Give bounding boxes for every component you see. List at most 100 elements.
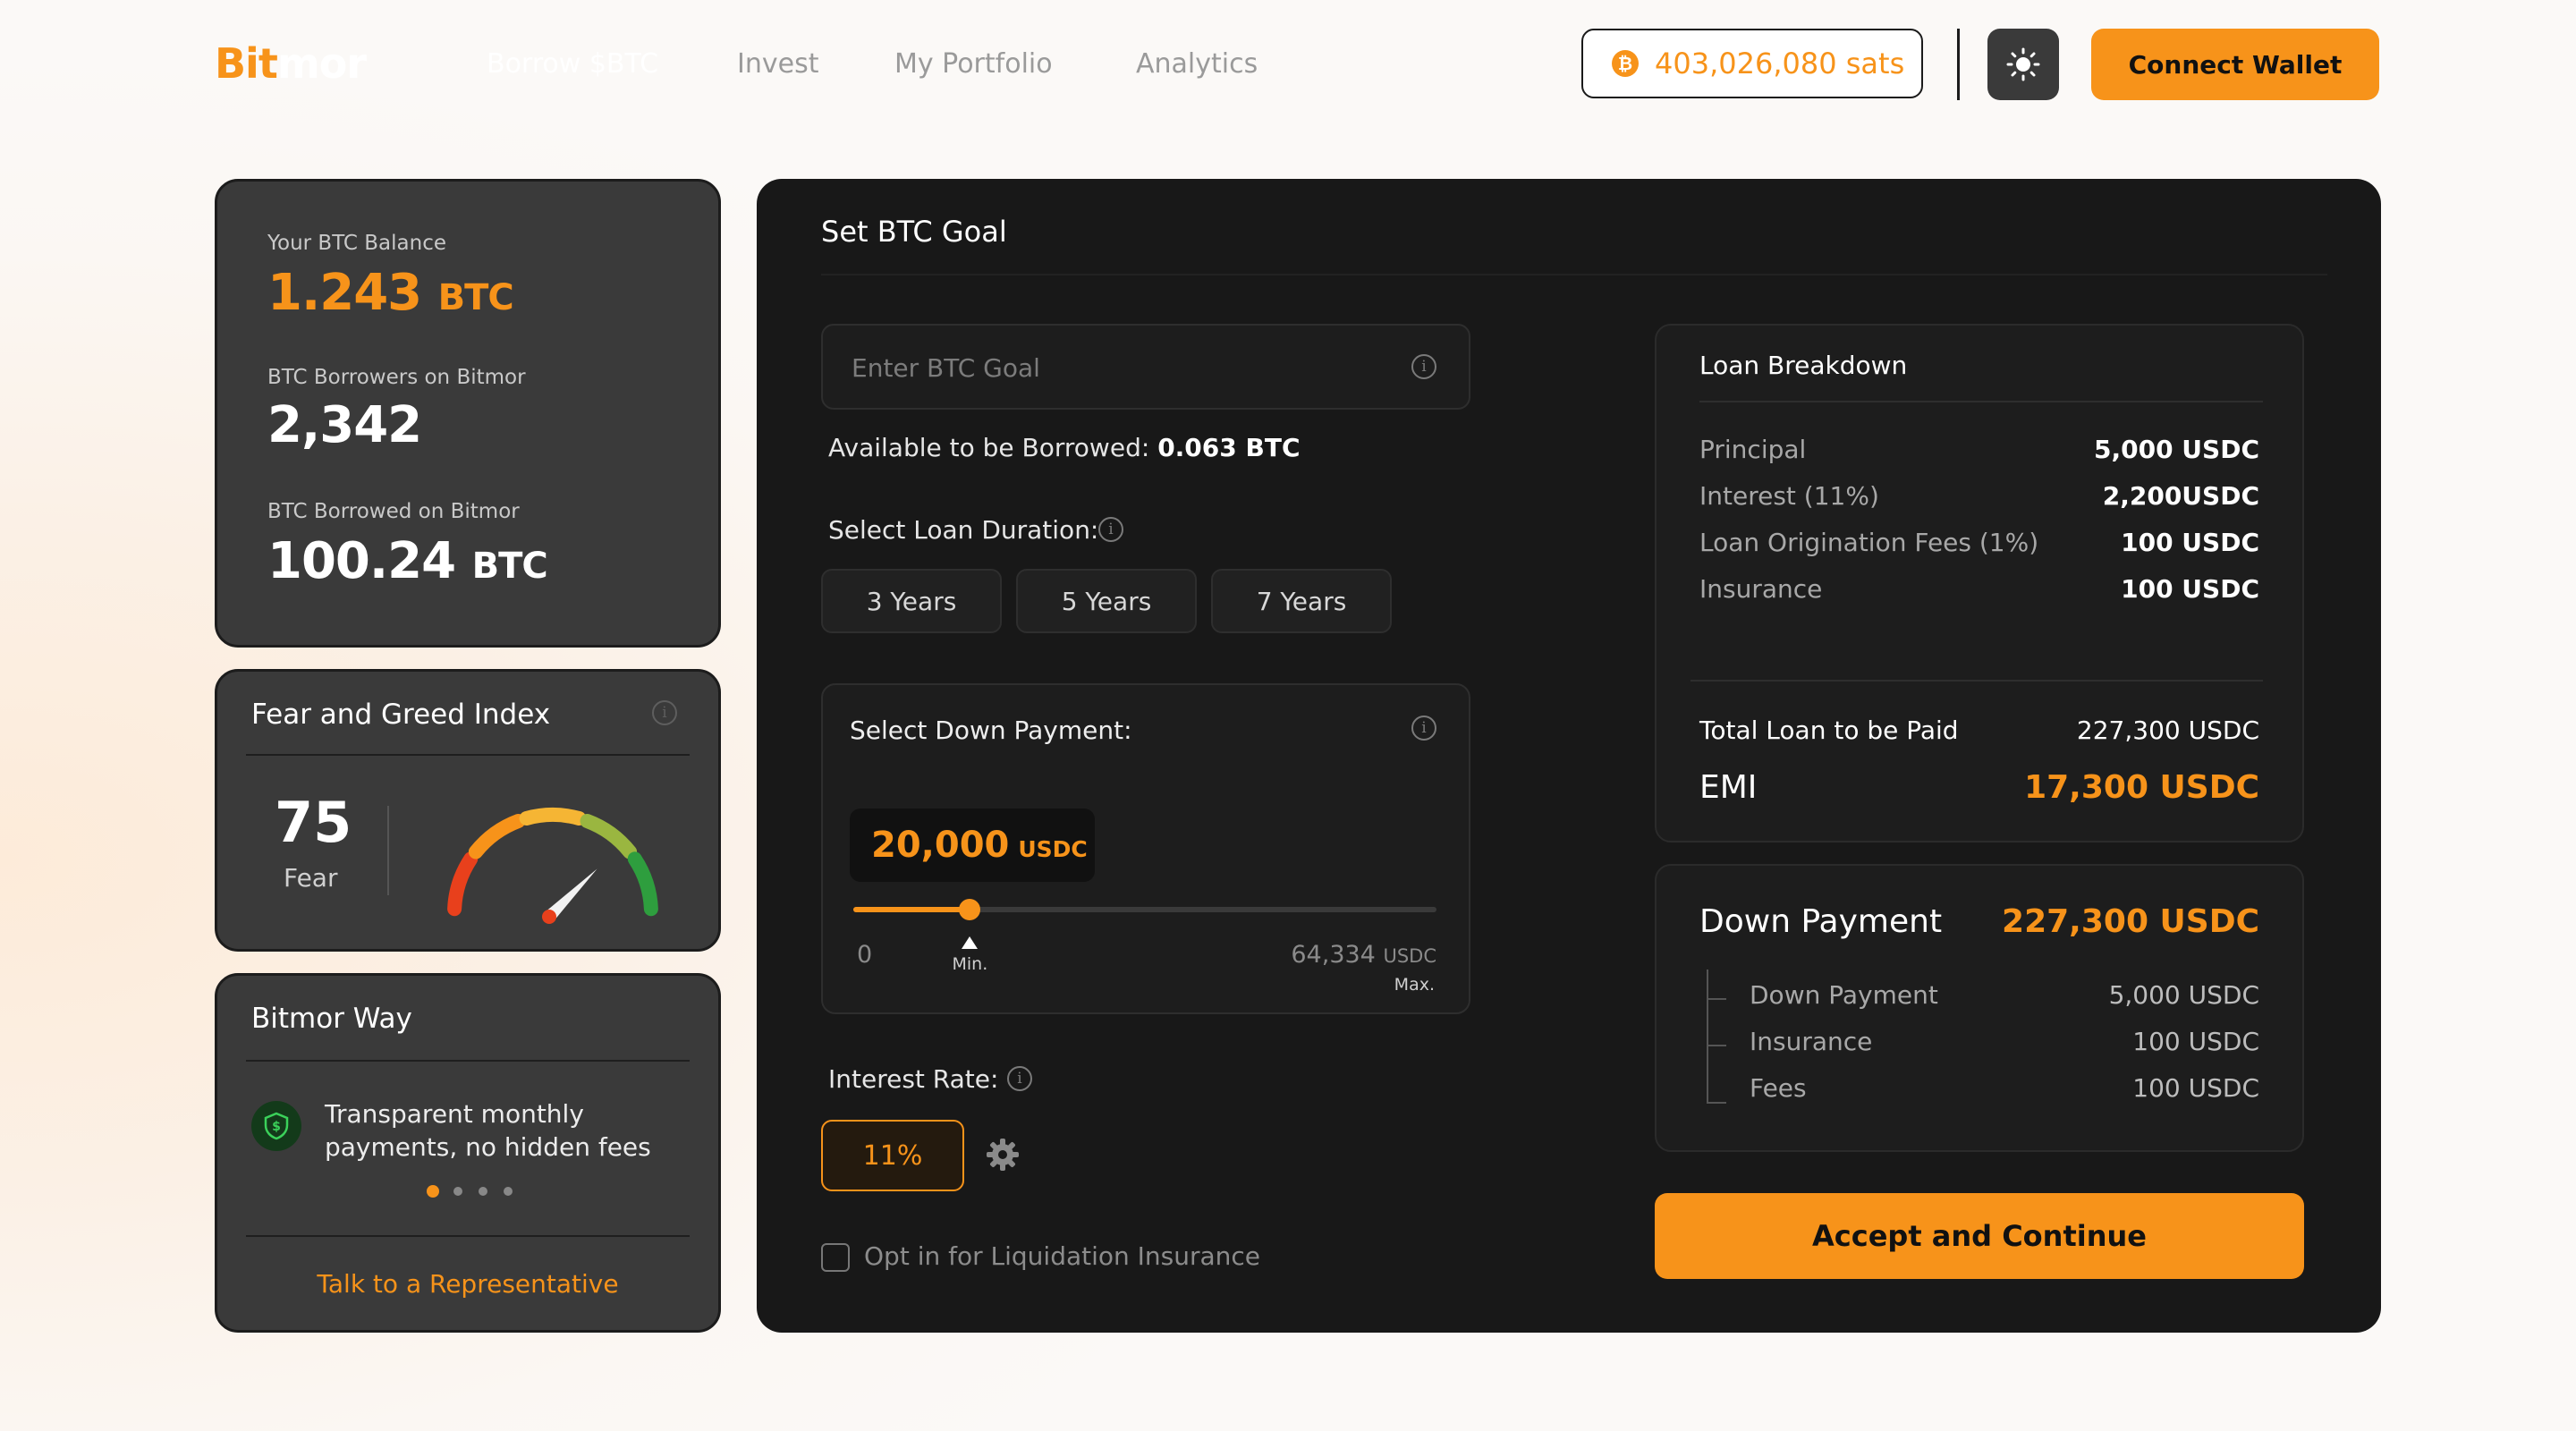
borrowers-value: 2,342 [267,396,422,454]
available-value: 0.063 BTC [1157,433,1301,462]
breakdown-row-principal: Principal 5,000 USDC [1699,435,2259,464]
bitcoin-coin-icon: ₿ [1612,50,1639,77]
down-payment-amount: 20,000 USDC [850,809,1095,882]
gauge-segment [519,808,587,826]
interest-rate-value: 11% [821,1120,964,1191]
available-row: Available to be Borrowed: 0.063 BTC [828,433,1301,462]
borrowed-number: 100.24 [267,532,456,590]
gauge-segment [627,851,658,917]
slider-thumb[interactable] [959,899,981,920]
nav-analytics[interactable]: Analytics [1136,48,1258,80]
down-payment-summary-value: 227,300 USDC [2002,903,2259,940]
btc-goal-panel: Set BTC Goal i Available to be Borrowed:… [757,179,2381,1333]
loan-breakdown-card: Loan Breakdown Principal 5,000 USDC Inte… [1655,324,2304,843]
tree-branch [1707,1045,1726,1046]
bitmor-way-title: Bitmor Way [251,1003,412,1035]
emi-label: EMI [1699,769,1758,806]
fear-greed-separator [387,806,389,895]
carousel-dot[interactable] [479,1187,487,1196]
carousel-dot[interactable] [504,1187,513,1196]
info-icon[interactable]: i [1007,1066,1032,1091]
info-icon[interactable]: i [1411,354,1436,379]
down-payment-summary-title: Down Payment [1699,903,1943,940]
liquidation-insurance-checkbox[interactable] [821,1243,850,1272]
down-payment-unit: USDC [1018,835,1088,862]
row-label: Interest (11%) [1699,481,1879,511]
btc-goal-input[interactable] [850,326,1390,410]
row-value: 2,200USDC [2102,481,2259,511]
borrowers-label: BTC Borrowers on Bitmor [267,366,526,389]
slider-max-value: 64,334 USDC [1291,941,1436,969]
available-label: Available to be Borrowed: [828,433,1150,462]
tree-branch [1707,998,1726,1000]
liquidation-insurance-label: Opt in for Liquidation Insurance [864,1241,1261,1271]
row-label: Loan Origination Fees (1%) [1699,528,2039,557]
emi-row: EMI 17,300 USDC [1699,769,2259,806]
row-label: Down Payment [1750,980,1938,1010]
duration-5-years-button[interactable]: 5 Years [1016,569,1197,633]
fear-greed-title: Fear and Greed Index [251,699,551,731]
nav-invest[interactable]: Invest [737,48,818,80]
total-loan-row: Total Loan to be Paid 227,300 USDC [1699,716,2259,745]
down-payment-summary-card: Down Payment 227,300 USDC Down Payment 5… [1655,864,2304,1152]
info-icon[interactable]: i [652,700,677,725]
carousel-dot[interactable] [427,1185,439,1198]
down-payment-summary-header: Down Payment 227,300 USDC [1699,903,2259,940]
btc-stats-card: Your BTC Balance 1.243 BTC BTC Borrowers… [215,179,721,648]
breakdown-row-insurance: Insurance 100 USDC [1699,574,2259,604]
borrowed-value: 100.24 BTC [267,532,548,590]
down-payment-label: Select Down Payment: [850,716,1132,745]
btc-goal-field[interactable]: i [821,324,1470,410]
row-label: Principal [1699,435,1807,464]
borrowed-unit: BTC [471,546,548,587]
down-payment-slider[interactable] [853,899,1436,920]
loan-breakdown-title: Loan Breakdown [1699,351,1908,380]
loan-breakdown-divider-2 [1690,680,2263,682]
fear-greed-card: Fear and Greed Index i 75 Fear [215,669,721,952]
down-payment-number: 20,000 [871,825,1010,866]
nav-portfolio[interactable]: My Portfolio [894,48,1053,80]
row-value: 5,000 USDC [2093,435,2259,464]
slider-max-number: 64,334 [1291,941,1376,969]
bitmor-way-card: Bitmor Way $ Transparent monthly payment… [215,973,721,1333]
emi-value: 17,300 USDC [2024,769,2259,806]
sats-balance-pill[interactable]: ₿ 403,026,080 sats [1581,29,1923,98]
balance-label: Your BTC Balance [267,232,446,255]
accept-and-continue-button[interactable]: Accept and Continue [1655,1193,2304,1279]
interest-rate-label: Interest Rate: [828,1064,999,1094]
breakdown-row-interest: Interest (11%) 2,200USDC [1699,481,2259,511]
info-icon[interactable]: i [1411,716,1436,741]
duration-label: Select Loan Duration: [828,515,1099,545]
summary-row-insurance: Insurance 100 USDC [1750,1027,2259,1056]
gauge-hub [542,910,556,924]
fear-greed-value: 75 [275,790,352,855]
svg-text:$: $ [272,1120,281,1134]
triangle-up-icon [962,936,979,949]
carousel-dot[interactable] [453,1187,462,1196]
gauge-segment [580,813,638,859]
settings-gear-icon[interactable] [984,1136,1021,1173]
duration-7-years-button[interactable]: 7 Years [1211,569,1392,633]
duration-3-years-button[interactable]: 3 Years [821,569,1002,633]
info-icon[interactable]: i [1098,517,1123,542]
bitmor-logo[interactable]: Bitmor [215,39,367,88]
slider-min-marker: Min. [934,936,1005,974]
theme-toggle-button[interactable] [1987,29,2059,100]
row-label: Insurance [1750,1027,1873,1056]
talk-to-representative-link[interactable]: Talk to a Representative [217,1269,718,1299]
nav-borrow[interactable]: Borrow $BTC [487,48,658,80]
borrowed-label: BTC Borrowed on Bitmor [267,500,520,523]
summary-row-fees: Fees 100 USDC [1750,1073,2259,1103]
bitmor-way-divider [246,1060,690,1062]
breakdown-row-origination: Loan Origination Fees (1%) 100 USDC [1699,528,2259,557]
balance-number: 1.243 [267,264,422,322]
row-value: 100 USDC [2132,1027,2259,1056]
down-payment-selector: Select Down Payment: i 20,000 USDC 0 Min… [821,683,1470,1014]
panel-divider [821,274,2327,275]
total-loan-label: Total Loan to be Paid [1699,716,1959,745]
connect-wallet-button[interactable]: Connect Wallet [2091,29,2379,100]
header-divider [1957,29,1960,100]
row-value: 5,000 USDC [2108,980,2259,1010]
fear-greed-gauge [447,808,658,924]
slider-min-tag: Min. [952,954,988,974]
